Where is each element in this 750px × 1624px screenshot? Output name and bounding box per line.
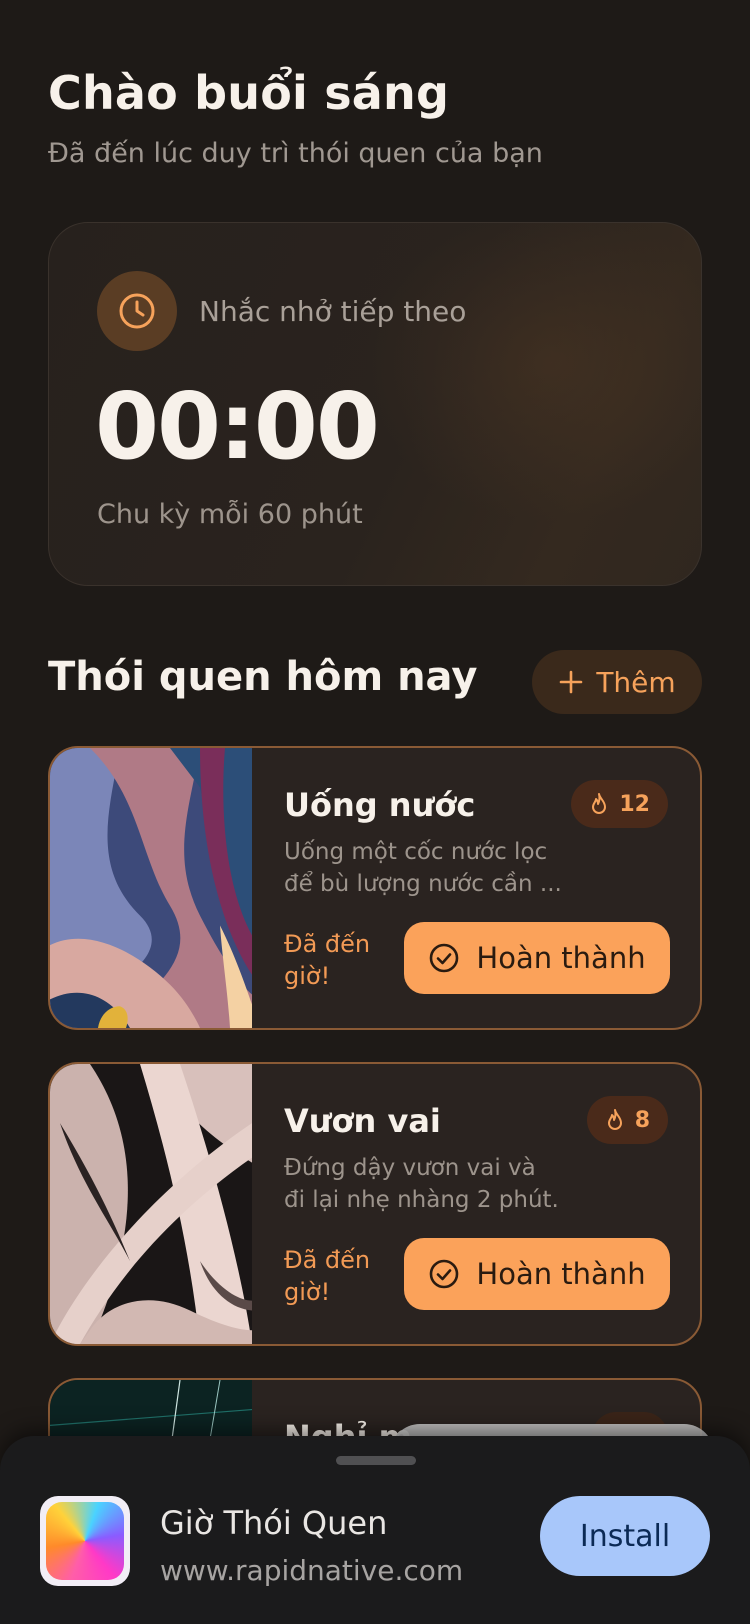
streak-count: 8 (634, 1107, 650, 1133)
habit-card[interactable]: Uống nước 12 Uống một cốc nước lọc để bù… (48, 746, 702, 1030)
reminder-label: Nhắc nhở tiếp theo (199, 295, 467, 328)
flame-icon (592, 793, 607, 814)
plus-icon (560, 670, 583, 694)
habit-status: Đã đến giờ! (284, 930, 371, 990)
app-screen: Chào buổi sáng Đã đến lúc duy trì thói q… (0, 0, 750, 1624)
add-habit-button[interactable]: Thêm (532, 650, 702, 714)
page-title: Chào buổi sáng (48, 66, 450, 120)
reminder-cycle: Chu kỳ mỗi 60 phút (97, 499, 363, 530)
complete-button-label: Hoàn thành (476, 941, 646, 975)
app-icon (40, 1496, 130, 1586)
flame-icon (607, 1109, 622, 1130)
streak-count: 12 (619, 791, 650, 817)
install-button[interactable]: Install (540, 1496, 710, 1576)
streak-badge: 12 (571, 780, 668, 828)
habit-card[interactable]: Vươn vai 8 Đứng dậy vươn vai và đi lại n… (48, 1062, 702, 1346)
habit-description: Uống một cốc nước lọc để bù lượng nước c… (284, 839, 562, 897)
complete-button-label: Hoàn thành (476, 1257, 646, 1291)
complete-button[interactable]: Hoàn thành (404, 1238, 670, 1310)
app-url: www.rapidnative.com (160, 1554, 464, 1587)
add-habit-label: Thêm (596, 665, 676, 699)
check-circle-icon (430, 1259, 459, 1289)
page-subtitle: Đã đến lúc duy trì thói quen của bạn (48, 138, 543, 169)
habit-status: Đã đến giờ! (284, 1246, 371, 1306)
habit-description: Đứng dậy vươn vai và đi lại nhẹ nhàng 2 … (284, 1155, 559, 1213)
section-title: Thói quen hôm nay (48, 654, 478, 700)
clock-icon (119, 293, 155, 329)
clock-icon-bubble (97, 271, 177, 351)
card-glow (361, 223, 701, 523)
check-circle-icon (430, 943, 459, 973)
streak-badge: 8 (586, 1096, 668, 1144)
habit-image (50, 1064, 252, 1344)
habit-title: Uống nước (284, 786, 476, 824)
complete-button[interactable]: Hoàn thành (404, 922, 670, 994)
countdown-timer: 00:00 (95, 373, 380, 480)
habit-image (50, 748, 252, 1028)
habit-title: Vươn vai (284, 1102, 441, 1140)
install-sheet: Giờ Thói Quen www.rapidnative.com Instal… (0, 1436, 750, 1624)
app-name: Giờ Thói Quen (160, 1504, 388, 1542)
reminder-card: Nhắc nhở tiếp theo 00:00 Chu kỳ mỗi 60 p… (48, 222, 702, 586)
sheet-handle[interactable] (336, 1456, 416, 1465)
app-logo (46, 1502, 124, 1580)
